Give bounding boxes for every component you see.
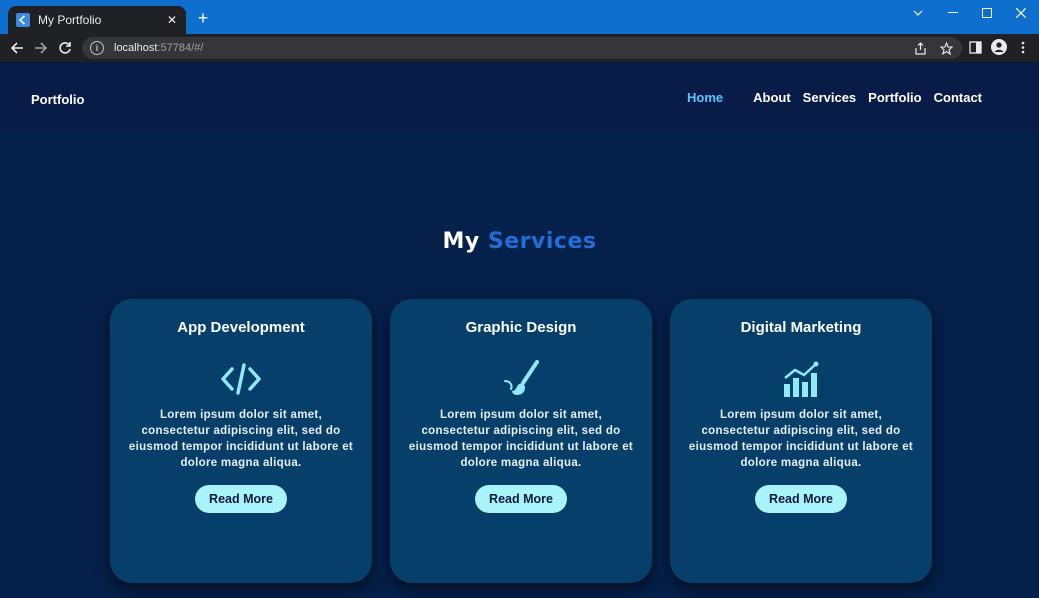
url-host: localhost	[114, 42, 158, 54]
profile-avatar-icon[interactable]	[991, 39, 1007, 55]
service-card-app-development: App Development Lorem ipsum dolor sit am…	[110, 299, 372, 583]
read-more-button[interactable]: Read More	[195, 485, 287, 513]
nav-services[interactable]: Services	[803, 90, 857, 105]
nav-home[interactable]: Home	[687, 90, 723, 105]
tab-close-icon[interactable]: ✕	[164, 12, 180, 28]
site-info-icon[interactable]: i	[90, 41, 104, 55]
share-icon[interactable]	[912, 40, 928, 56]
back-icon[interactable]	[7, 38, 27, 58]
chart-growth-icon	[781, 359, 821, 399]
page-viewport: Portfolio Home About Services Portfolio …	[0, 63, 1039, 598]
card-description: Lorem ipsum dolor sit amet, consectetur …	[408, 409, 634, 469]
bookmark-star-icon[interactable]	[938, 40, 954, 56]
forward-icon[interactable]	[31, 38, 51, 58]
nav-portfolio[interactable]: Portfolio	[868, 90, 921, 105]
card-description: Lorem ipsum dolor sit amet, consectetur …	[688, 409, 914, 469]
tab-title: My Portfolio	[38, 13, 102, 27]
read-more-button[interactable]: Read More	[755, 485, 847, 513]
maximize-icon[interactable]	[973, 4, 1001, 22]
card-title: App Development	[177, 319, 305, 336]
browser-titlebar: My Portfolio ✕ +	[0, 0, 1039, 34]
service-card-digital-marketing: Digital Marketing Lorem ipsum dolor sit …	[670, 299, 932, 583]
card-title: Digital Marketing	[740, 319, 862, 336]
browser-tab[interactable]: My Portfolio ✕	[8, 6, 186, 34]
nav-contact[interactable]: Contact	[934, 90, 982, 105]
nav-about[interactable]: About	[753, 90, 791, 105]
side-panel-icon[interactable]	[967, 39, 983, 55]
code-icon	[221, 359, 261, 399]
read-more-button[interactable]: Read More	[475, 485, 567, 513]
paintbrush-icon	[501, 359, 541, 399]
url-path: :57784/#/	[157, 42, 204, 54]
favicon-icon	[16, 13, 30, 27]
new-tab-button[interactable]: +	[193, 8, 213, 28]
browser-toolbar: i localhost:57784/#/	[0, 34, 1039, 62]
url-text: localhost:57784/#/	[114, 42, 203, 54]
reload-icon[interactable]	[55, 38, 75, 58]
services-cards: App Development Lorem ipsum dolor sit am…	[110, 299, 932, 583]
card-description: Lorem ipsum dolor sit amet, consectetur …	[128, 409, 354, 469]
card-title: Graphic Design	[465, 319, 577, 336]
services-heading-part1: My	[442, 229, 480, 254]
main-nav: Home About Services Portfolio Contact	[675, 90, 982, 105]
kebab-menu-icon[interactable]	[1015, 39, 1031, 55]
services-heading-part2: Services	[487, 229, 597, 254]
minimize-icon[interactable]	[939, 4, 967, 22]
address-bar[interactable]: i localhost:57784/#/	[82, 37, 962, 59]
services-heading: My Services	[0, 229, 1039, 254]
site-header: Portfolio Home About Services Portfolio …	[0, 63, 1039, 131]
close-window-icon[interactable]	[1007, 4, 1035, 22]
tab-search-icon[interactable]	[904, 4, 932, 22]
site-brand[interactable]: Portfolio	[31, 92, 84, 107]
service-card-graphic-design: Graphic Design Lorem ipsum dolor sit ame…	[390, 299, 652, 583]
